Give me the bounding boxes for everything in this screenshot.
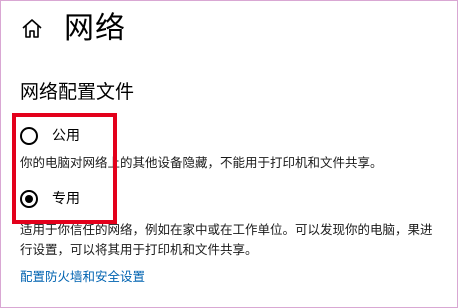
section-title: 网络配置文件: [20, 81, 135, 103]
radio-public-label: 公用: [52, 128, 80, 144]
radio-selected-icon[interactable]: [20, 190, 38, 208]
private-description: 适用于你信任的网络，例如在家中或在工作单位。可以发现你的电脑，果进行设置，可以将…: [20, 222, 433, 257]
home-icon[interactable]: [21, 18, 43, 40]
radio-private[interactable]: 专用: [20, 190, 80, 208]
page-title: 网络: [64, 11, 126, 46]
radio-unselected-icon[interactable]: [20, 127, 38, 145]
firewall-settings-link[interactable]: 配置防火墙和安全设置: [20, 268, 145, 286]
page-header: 网络: [0, 0, 458, 60]
radio-private-label: 专用: [52, 191, 80, 207]
radio-dot: [25, 195, 33, 203]
public-description: 你的电脑对网络上的其他设备隐藏，不能用于打印机和文件共享。: [20, 155, 383, 170]
radio-public[interactable]: 公用: [20, 127, 80, 145]
